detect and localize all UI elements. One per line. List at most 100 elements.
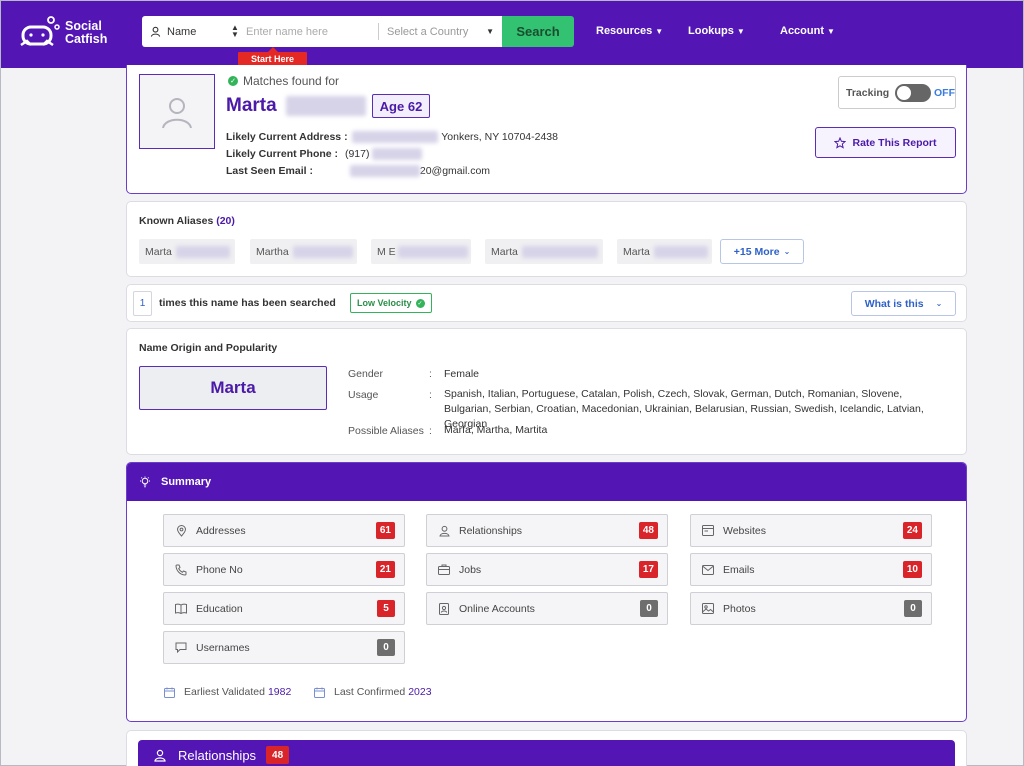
summary-websites[interactable]: Websites 24 <box>690 514 932 547</box>
redacted-alias <box>397 245 468 258</box>
redacted-last-name <box>285 95 366 116</box>
summary-relationships[interactable]: Relationships 48 <box>426 514 668 547</box>
relationships-count-badge: 48 <box>266 746 290 764</box>
separator: : <box>429 389 432 401</box>
user-placeholder-icon <box>162 97 192 128</box>
summary-phone[interactable]: Phone No 21 <box>163 553 405 586</box>
search-button[interactable]: Search <box>502 16 574 47</box>
social-catfish-logo[interactable]: Social Catfish <box>17 13 117 53</box>
summary-photos[interactable]: Photos 0 <box>690 592 932 625</box>
count-badge: 24 <box>902 522 922 539</box>
summary-item-label: Emails <box>723 563 755 576</box>
calendar-icon <box>164 687 175 698</box>
tracking-toggle[interactable] <box>895 83 931 102</box>
more-aliases-button[interactable]: +15 More ⌄ <box>720 239 804 264</box>
email-row: Last Seen Email : 20@gmail.com <box>226 165 490 178</box>
calendar-icon <box>314 687 325 698</box>
country-select-label: Select a Country <box>387 25 469 38</box>
nav-resources[interactable]: Resources ▼ <box>596 25 663 37</box>
nav-account[interactable]: Account ▼ <box>780 25 835 37</box>
summary-education[interactable]: Education 5 <box>163 592 405 625</box>
matches-found-text: Matches found for <box>243 74 340 88</box>
count-badge: 10 <box>902 561 922 578</box>
count-badge: 0 <box>377 639 395 656</box>
name-origin-title: Name Origin and Popularity <box>139 342 278 354</box>
phone-value: (917) <box>344 148 370 160</box>
book-icon <box>174 603 188 614</box>
nav-lookups[interactable]: Lookups ▼ <box>688 25 745 37</box>
relationships-title: Relationships <box>178 747 257 763</box>
name-search-input[interactable] <box>246 25 370 38</box>
lightbulb-icon <box>139 476 151 488</box>
alias-name: Marta <box>623 245 650 258</box>
redacted-street <box>352 131 439 144</box>
avatar <box>139 74 215 149</box>
rate-report-button[interactable]: Rate This Report <box>815 127 956 158</box>
envelope-icon <box>701 564 715 575</box>
redacted-alias <box>521 245 598 258</box>
person-icon <box>150 26 161 37</box>
name-origin-card: Name Origin and Popularity Marta Gender … <box>126 328 967 455</box>
redacted-phone <box>372 148 423 161</box>
origin-name-box: Marta <box>139 366 327 410</box>
summary-item-label: Education <box>196 602 243 615</box>
start-here-tooltip: Start Here <box>238 47 307 66</box>
top-navigation-bar: Social Catfish Name ▲▼ Select a Country … <box>1 1 1023 68</box>
known-aliases-card: Known Aliases (20) Marta Martha M E Mart… <box>126 201 967 277</box>
relationships-header[interactable]: Relationships 48 <box>138 740 955 766</box>
gender-value: Female <box>444 368 480 380</box>
country-select[interactable]: Select a Country ▼ <box>387 26 502 38</box>
up-down-arrows-icon: ▲ ▼ <box>231 23 239 39</box>
alias-name: Marta <box>145 245 172 258</box>
alias-chip: Marta <box>139 239 235 264</box>
rate-report-label: Rate This Report <box>852 136 937 149</box>
address-label: Likely Current Address : <box>226 131 348 143</box>
search-box: Name ▲▼ Select a Country ▼ <box>142 16 502 47</box>
count-badge: 5 <box>377 600 395 617</box>
count-badge: 0 <box>640 600 658 617</box>
alias-chip: Marta <box>485 239 603 264</box>
email-label: Last Seen Email : <box>226 165 313 177</box>
known-aliases-count: (20) <box>216 215 235 227</box>
what-is-this-button[interactable]: What is this ⌄ <box>851 291 956 316</box>
usage-label: Usage <box>348 389 379 401</box>
alias-name: Martha <box>256 245 289 258</box>
known-aliases-heading: Known Aliases <box>139 215 214 227</box>
toggle-knob <box>897 85 912 100</box>
check-circle-icon: ✓ <box>415 298 425 308</box>
address-row: Likely Current Address : Yonkers, NY 107… <box>226 131 558 144</box>
matches-found-label: ✓ Matches found for <box>228 74 339 88</box>
person-icon <box>437 525 451 537</box>
search-type-select[interactable]: Name ▲ ▼ <box>142 16 246 47</box>
possible-aliases-value: Marfa, Martha, Martita <box>444 424 548 436</box>
summary-online-accounts[interactable]: Online Accounts 0 <box>426 592 668 625</box>
profile-card: ✓ Matches found for Marta Age 62 Likely … <box>126 65 967 194</box>
summary-addresses[interactable]: Addresses 61 <box>163 514 405 547</box>
last-confirmed-value: 2023 <box>408 686 432 698</box>
redacted-alias <box>292 245 353 258</box>
person-icon <box>154 749 166 762</box>
person-first-name: Marta <box>226 95 277 116</box>
browser-icon <box>701 525 715 536</box>
summary-jobs[interactable]: Jobs 17 <box>426 553 668 586</box>
redacted-email <box>349 165 420 178</box>
count-badge: 0 <box>904 600 922 617</box>
chevron-down-icon: ⌄ <box>783 247 791 256</box>
chat-bubble-icon <box>174 642 188 653</box>
summary-emails[interactable]: Emails 10 <box>690 553 932 586</box>
summary-usernames[interactable]: Usernames 0 <box>163 631 405 664</box>
alias-chip: M E <box>371 239 471 264</box>
summary-item-label: Websites <box>723 524 766 537</box>
age-badge: Age 62 <box>372 94 430 118</box>
velocity-badge: Low Velocity ✓ <box>350 293 432 313</box>
logo-wordmark: Social Catfish <box>65 20 107 46</box>
gender-label: Gender <box>348 368 384 380</box>
summary-item-label: Jobs <box>459 563 482 576</box>
image-icon <box>701 603 715 614</box>
star-icon <box>834 136 847 149</box>
briefcase-icon <box>437 564 451 575</box>
earliest-validated-label: Earliest Validated <box>184 686 265 698</box>
what-is-this-label: What is this <box>864 297 924 310</box>
caret-down-icon: ▼ <box>655 27 664 36</box>
caret-down-icon: ▼ <box>486 26 494 36</box>
